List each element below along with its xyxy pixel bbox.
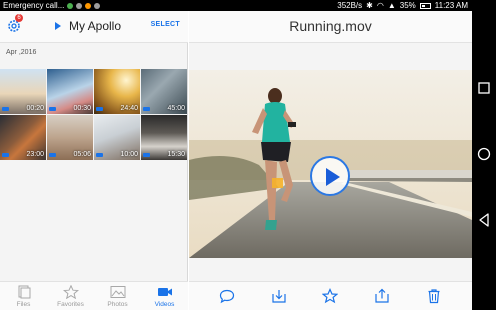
album-title[interactable]: My Apollo bbox=[69, 19, 121, 33]
notification-icon bbox=[85, 2, 92, 9]
video-camera-icon bbox=[2, 153, 9, 157]
video-camera-icon bbox=[157, 288, 172, 296]
video-camera-icon bbox=[143, 107, 150, 111]
video-thumbnail[interactable]: 24:40 bbox=[94, 69, 140, 114]
date-section-header: Apr ,2016 bbox=[6, 49, 37, 56]
tab-files[interactable]: Files bbox=[0, 282, 47, 310]
video-duration: 15:30 bbox=[167, 151, 185, 158]
video-thumbnail[interactable]: 23:00 bbox=[0, 115, 46, 160]
video-duration: 00:30 bbox=[73, 105, 91, 112]
video-thumbnail[interactable]: 45:00 bbox=[141, 69, 187, 114]
video-thumbnail[interactable]: 00:30 bbox=[47, 69, 93, 114]
video-camera-icon bbox=[96, 107, 103, 111]
notification-icon bbox=[76, 2, 83, 9]
trash-icon[interactable] bbox=[426, 288, 442, 304]
bottom-tab-bar: Files Favorites Photos Videos bbox=[0, 281, 188, 310]
battery-percent: 35% bbox=[399, 1, 416, 10]
viewer-header: Running.mov bbox=[189, 11, 472, 43]
select-button[interactable]: SELECT bbox=[151, 21, 180, 28]
notification-icon bbox=[94, 2, 101, 9]
signal-icon: ▲ bbox=[387, 1, 396, 10]
download-icon[interactable] bbox=[271, 288, 287, 304]
viewer-action-bar bbox=[189, 281, 472, 310]
tab-label: Favorites bbox=[57, 301, 84, 308]
video-thumbnail[interactable]: 10:00 bbox=[94, 115, 140, 160]
video-duration: 24:40 bbox=[120, 105, 138, 112]
recents-button[interactable] bbox=[476, 80, 492, 96]
play-icon[interactable] bbox=[55, 22, 61, 30]
notification-badge: 6 bbox=[15, 14, 23, 22]
tab-label: Videos bbox=[154, 301, 175, 308]
tab-label: Photos bbox=[107, 301, 128, 308]
video-duration: 05:06 bbox=[73, 151, 91, 158]
video-thumbnail[interactable]: 15:30 bbox=[141, 115, 187, 160]
clock: 11:23 AM bbox=[434, 1, 468, 10]
video-camera-icon bbox=[96, 153, 103, 157]
battery-icon bbox=[419, 2, 431, 9]
video-camera-icon bbox=[49, 107, 56, 111]
library-header: 6 My Apollo SELECT bbox=[0, 11, 188, 43]
comment-icon[interactable] bbox=[219, 288, 235, 304]
star-icon[interactable] bbox=[322, 288, 339, 304]
video-camera-icon bbox=[143, 153, 150, 157]
share-icon[interactable] bbox=[374, 288, 390, 304]
video-duration: 23:00 bbox=[26, 151, 44, 158]
video-thumbnail[interactable]: 00:20 bbox=[0, 69, 46, 114]
bluetooth-icon: ✱ bbox=[366, 1, 373, 10]
video-camera-icon bbox=[2, 107, 9, 111]
video-duration: 10:00 bbox=[120, 151, 138, 158]
video-thumbnail[interactable]: 05:06 bbox=[47, 115, 93, 160]
files-icon bbox=[18, 285, 30, 299]
video-camera-icon bbox=[49, 153, 56, 157]
back-button[interactable] bbox=[476, 212, 492, 228]
photos-icon bbox=[110, 286, 125, 298]
tab-favorites[interactable]: Favorites bbox=[47, 282, 94, 310]
status-text: Emergency call... bbox=[3, 1, 65, 10]
video-player[interactable] bbox=[189, 70, 472, 258]
video-grid: 00:20 00:30 24:40 45:00 23:00 05:06 10:0… bbox=[0, 69, 188, 160]
notification-icon bbox=[67, 2, 74, 9]
play-button[interactable] bbox=[310, 156, 350, 196]
wifi-icon: ◠ bbox=[376, 1, 384, 10]
video-duration: 00:20 bbox=[26, 105, 44, 112]
star-icon bbox=[62, 285, 79, 299]
status-bar: Emergency call... 352B/s ✱ ◠ ▲ 35% 11:23… bbox=[0, 0, 472, 11]
tab-videos[interactable]: Videos bbox=[141, 282, 188, 310]
viewer-pane: Running.mov bbox=[189, 11, 472, 310]
tab-photos[interactable]: Photos bbox=[94, 282, 141, 310]
network-speed: 352B/s bbox=[337, 1, 363, 10]
library-pane: 6 My Apollo SELECT Apr ,2016 00:20 00:30… bbox=[0, 11, 188, 310]
video-duration: 45:00 bbox=[167, 105, 185, 112]
tab-label: Files bbox=[16, 301, 31, 308]
home-button[interactable] bbox=[476, 146, 492, 162]
video-title: Running.mov bbox=[289, 18, 372, 34]
app-window: 6 My Apollo SELECT Apr ,2016 00:20 00:30… bbox=[0, 11, 472, 310]
system-nav-bar bbox=[472, 0, 496, 310]
